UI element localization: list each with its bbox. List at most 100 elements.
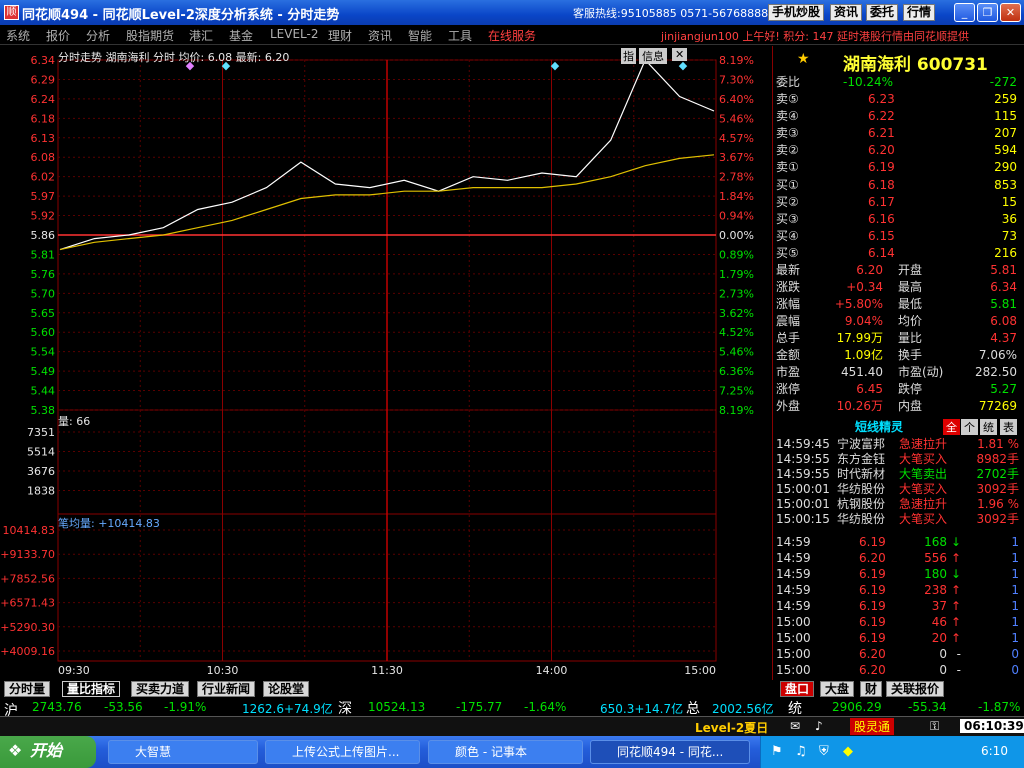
system-tray: ⚑ ♫ ⛨ ◆ 6:10 bbox=[760, 736, 1024, 768]
stat-label: 涨停 bbox=[776, 382, 801, 396]
price-tick-label: 6.24 bbox=[31, 93, 56, 106]
menu-fund[interactable]: 基金 bbox=[229, 27, 253, 44]
sprite-tab-single[interactable]: 个 bbox=[961, 419, 978, 435]
sprite-tab-all[interactable]: 全 bbox=[943, 419, 960, 435]
weibi-percent: -10.24% bbox=[843, 75, 894, 89]
tray-shield-icon[interactable]: ⛨ bbox=[819, 744, 829, 759]
index-button[interactable]: 指 bbox=[621, 48, 636, 64]
menu-hk[interactable]: 港汇 bbox=[189, 27, 213, 44]
ask-price: 6.22 bbox=[868, 109, 895, 123]
tab-related-quotes[interactable]: 关联报价 bbox=[886, 681, 945, 697]
tray-network-icon[interactable]: ⚑ bbox=[771, 744, 783, 759]
lock-icon[interactable]: ⚿ bbox=[930, 719, 939, 734]
sprite-tab-table[interactable]: 表 bbox=[1000, 419, 1017, 435]
hs-index: 2906.29 bbox=[832, 700, 882, 714]
mobile-trade-button[interactable]: 手机炒股 bbox=[768, 4, 825, 21]
sprite-event: 大笔买入 bbox=[899, 452, 948, 466]
close-icon[interactable]: ✕ bbox=[1000, 3, 1021, 22]
order-button[interactable]: 委托 bbox=[866, 4, 899, 21]
tab-pankou[interactable]: 盘口 bbox=[780, 681, 815, 697]
weibi-label: 委比 bbox=[776, 75, 801, 89]
tray-volume-icon[interactable]: ♫ bbox=[795, 744, 807, 759]
speaker-icon[interactable]: ♪ bbox=[815, 719, 823, 733]
tab-volume[interactable]: 分时量 bbox=[4, 681, 51, 697]
bid-volume: 216 bbox=[994, 246, 1017, 260]
sprite-time: 14:59:45 bbox=[776, 437, 830, 451]
menu-analysis[interactable]: 分析 bbox=[86, 27, 110, 44]
tab-market[interactable]: 大盘 bbox=[820, 681, 855, 697]
price-tick-label: 5.60 bbox=[31, 326, 56, 339]
envelope-icon[interactable]: ✉ bbox=[790, 719, 800, 733]
event-marker-icon: ◆ bbox=[551, 59, 560, 72]
info-button[interactable]: 资讯 bbox=[830, 4, 863, 21]
intraday-chart[interactable]: 6.34 8.19% 6.29 7.30% 6.24 6.40% 6.18 5.46% 6.13… bbox=[0, 46, 772, 680]
volume-label: 量: 66 bbox=[58, 415, 91, 428]
weibi-row: 委比 -10.24% -272 bbox=[773, 74, 1023, 90]
menu-level2[interactable]: LEVEL-2 bbox=[270, 27, 319, 41]
intraday-chart-panel[interactable]: 6.34 8.19% 6.29 7.30% 6.24 6.40% 6.18 5.46% 6.13… bbox=[0, 46, 772, 680]
tick-price: 6.19 bbox=[859, 599, 886, 613]
price-tick-label: 6.29 bbox=[31, 73, 56, 86]
task-upload[interactable]: 上传公式上传图片... bbox=[265, 740, 420, 764]
info-panel-button[interactable]: 信息 bbox=[639, 48, 667, 64]
tab-volume-ratio[interactable]: 量比指标 bbox=[62, 681, 121, 697]
time-tick-label: 10:30 bbox=[207, 664, 239, 677]
percent-tick-label: 2.78% bbox=[719, 171, 754, 184]
start-button[interactable]: ❖ 开始 bbox=[0, 736, 96, 768]
tick-time: 14:59 bbox=[776, 599, 811, 613]
task-dazhihui[interactable]: 大智慧 bbox=[108, 740, 258, 764]
sprite-time: 15:00:01 bbox=[776, 497, 830, 511]
menu-smart[interactable]: 智能 bbox=[408, 27, 432, 44]
sprite-time: 14:59:55 bbox=[776, 452, 830, 466]
menu-online[interactable]: 在线服务 bbox=[488, 27, 536, 44]
price-tick-label: 5.70 bbox=[31, 287, 56, 300]
menu-news[interactable]: 资讯 bbox=[368, 27, 392, 44]
percent-tick-label: 4.57% bbox=[719, 132, 754, 145]
sprite-stock: 华纺股份 bbox=[837, 512, 886, 526]
stat-value: 6.34 bbox=[990, 280, 1017, 294]
percent-tick-label: 0.89% bbox=[719, 248, 754, 261]
tab-forum[interactable]: 论股堂 bbox=[263, 681, 310, 697]
ask-label: 卖② bbox=[776, 143, 799, 157]
window-title: 同花顺494 - 同花顺Level-2深度分析系统 - 分时走势 bbox=[22, 8, 340, 23]
tab-finance[interactable]: 财 bbox=[860, 681, 883, 697]
sh-index: 2743.76 bbox=[32, 700, 82, 714]
sz-percent: -1.64% bbox=[524, 700, 567, 714]
quote-button[interactable]: 行情 bbox=[903, 4, 936, 21]
tray-clock: 6:10 bbox=[981, 744, 1008, 758]
sprite-stock: 华纺股份 bbox=[837, 482, 886, 496]
bid-volume: 15 bbox=[1001, 195, 1017, 209]
sprite-event: 急速拉升 bbox=[899, 437, 948, 451]
percent-tick-label: 8.19% bbox=[719, 404, 754, 417]
menu-system[interactable]: 系统 bbox=[6, 27, 30, 44]
percent-tick-label: 3.62% bbox=[719, 307, 754, 320]
task-notepad[interactable]: 颜色 - 记事本 bbox=[428, 740, 583, 764]
price-tick-label: 5.92 bbox=[31, 210, 56, 223]
tab-industry-news[interactable]: 行业新闻 bbox=[197, 681, 256, 697]
level2-status[interactable]: Level-2夏日 bbox=[695, 719, 768, 736]
favorite-star-icon[interactable]: ★ bbox=[797, 51, 810, 67]
ask-price: 6.21 bbox=[868, 126, 895, 140]
sprite-tab-stats[interactable]: 统 bbox=[980, 419, 997, 435]
ask-volume: 259 bbox=[994, 92, 1017, 106]
tick-price: 6.19 bbox=[859, 631, 886, 645]
menu-finance[interactable]: 理财 bbox=[328, 27, 352, 44]
menu-quote[interactable]: 报价 bbox=[46, 27, 70, 44]
status-bar: Level-2夏日 ✉ ♪ 股灵通 ⚿ 06:10:39 bbox=[0, 716, 1024, 736]
tray-app-icon[interactable]: ◆ bbox=[843, 744, 853, 759]
tab-buy-sell-force[interactable]: 买卖力道 bbox=[131, 681, 190, 697]
stat-value: 6.08 bbox=[990, 314, 1017, 328]
hs-percent: -1.87% bbox=[978, 700, 1021, 714]
bid-label: 买⑤ bbox=[776, 246, 799, 260]
bid-price: 6.18 bbox=[868, 178, 895, 192]
hotline-text: 客服热线:95105885 0571-56768888 bbox=[573, 7, 769, 20]
restore-icon[interactable]: ❐ bbox=[977, 3, 998, 22]
minimize-icon[interactable]: _ bbox=[954, 3, 975, 22]
sprite-value: 3092手 bbox=[976, 482, 1019, 496]
task-tonghuashun[interactable]: 同花顺494 - 同花... bbox=[590, 740, 750, 764]
promo-badge[interactable]: 股灵通 bbox=[850, 718, 895, 735]
close-chart-icon[interactable]: ✕ bbox=[672, 48, 688, 61]
menu-tools[interactable]: 工具 bbox=[448, 27, 472, 44]
ask-label: 卖⑤ bbox=[776, 92, 799, 106]
menu-futures[interactable]: 股指期货 bbox=[126, 27, 174, 44]
